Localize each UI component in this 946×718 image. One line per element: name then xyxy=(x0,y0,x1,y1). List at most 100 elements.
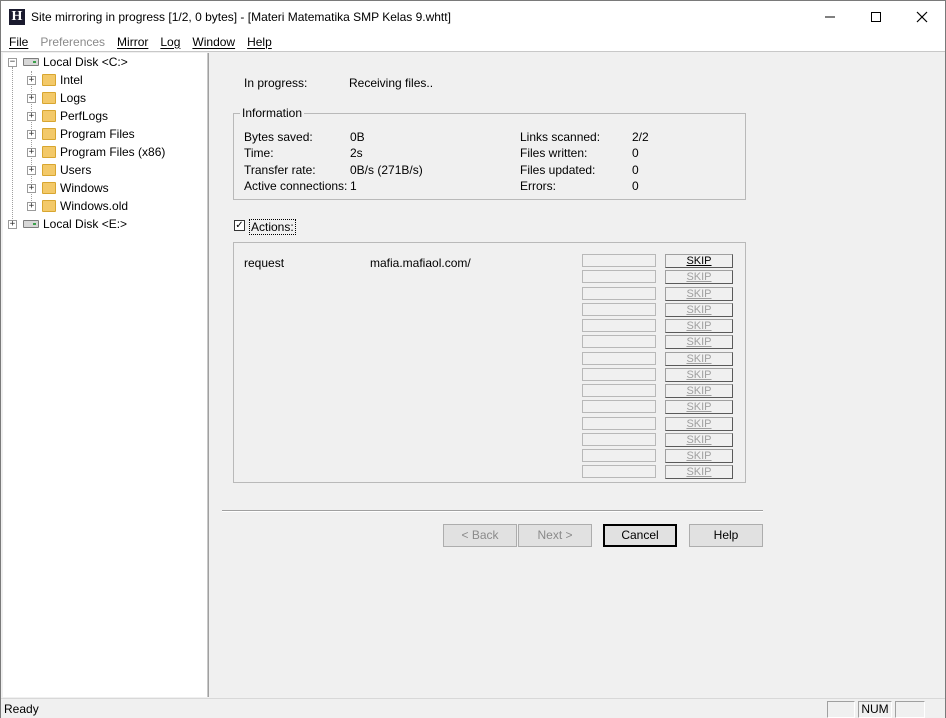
transfer-rate-value: 0B/s (271B/s) xyxy=(350,163,423,177)
app-icon: H xyxy=(9,8,25,25)
files-written-label: Files written: xyxy=(520,146,588,160)
minimize-button[interactable] xyxy=(807,1,853,32)
next-button[interactable]: Next > xyxy=(518,524,592,547)
skip-button[interactable]: SKIP xyxy=(665,254,733,268)
files-updated-value: 0 xyxy=(632,163,639,177)
skip-button[interactable]: SKIP xyxy=(665,270,733,284)
transfer-rate-label: Transfer rate: xyxy=(244,163,316,177)
tree-item-intel[interactable]: + Intel xyxy=(27,71,83,89)
request-label: request xyxy=(244,256,285,270)
mirror-progress-panel: In progress: Receiving files.. Informati… xyxy=(211,53,945,697)
folder-icon xyxy=(42,164,56,176)
menu-help[interactable]: Help xyxy=(241,32,278,52)
transfer-progress-bar xyxy=(582,287,656,300)
title-bar: H Site mirroring in progress [1/2, 0 byt… xyxy=(1,1,945,32)
skip-button[interactable]: SKIP xyxy=(665,303,733,317)
tree-item-label: PerfLogs xyxy=(60,109,109,123)
errors-label: Errors: xyxy=(520,179,556,193)
back-button[interactable]: < Back xyxy=(443,524,517,547)
skip-button[interactable]: SKIP xyxy=(665,433,733,447)
progress-value: Receiving files.. xyxy=(349,76,434,90)
skip-button[interactable]: SKIP xyxy=(665,400,733,414)
divider xyxy=(222,510,763,512)
transfer-progress-bar xyxy=(582,368,656,381)
tree-item-perflogs[interactable]: + PerfLogs xyxy=(27,107,108,125)
progress-label: In progress: xyxy=(244,76,308,90)
menu-bar: File Preferences Mirror Log Window Help xyxy=(1,32,945,52)
tree-item-label: Windows.old xyxy=(60,199,129,213)
tree-item-program-files-x86[interactable]: + Program Files (x86) xyxy=(27,143,165,161)
tree-item-drive-c[interactable]: − Local Disk <C:> xyxy=(8,53,128,71)
tree-item-program-files[interactable]: + Program Files xyxy=(27,125,135,143)
tree-item-drive-e[interactable]: + Local Disk <E:> xyxy=(8,215,127,233)
expand-icon[interactable]: + xyxy=(27,183,36,193)
skip-button[interactable]: SKIP xyxy=(665,319,733,333)
active-connections-value: 1 xyxy=(350,179,357,193)
folder-tree: − Local Disk <C:> + Intel + Logs + PerfL… xyxy=(3,53,208,697)
bytes-saved-value: 0B xyxy=(350,130,365,144)
status-cell-caps xyxy=(827,701,855,718)
menu-preferences[interactable]: Preferences xyxy=(34,32,111,52)
skip-button[interactable]: SKIP xyxy=(665,384,733,398)
app-window: H Site mirroring in progress [1/2, 0 byt… xyxy=(0,0,946,718)
expand-icon[interactable]: + xyxy=(8,219,17,229)
expand-icon[interactable]: + xyxy=(27,75,36,85)
transfer-progress-bar xyxy=(582,335,656,348)
files-written-value: 0 xyxy=(632,146,639,160)
folder-icon xyxy=(42,146,56,158)
menu-file[interactable]: File xyxy=(3,32,34,52)
folder-icon xyxy=(42,74,56,86)
links-scanned-label: Links scanned: xyxy=(520,130,601,144)
actions-checkbox[interactable]: ✓ xyxy=(234,220,245,231)
disk-icon xyxy=(23,58,39,66)
expand-icon[interactable]: + xyxy=(27,165,36,175)
menu-window[interactable]: Window xyxy=(186,32,241,52)
collapse-icon[interactable]: − xyxy=(8,57,17,67)
status-cell-num: NUM xyxy=(858,701,892,718)
skip-button[interactable]: SKIP xyxy=(665,368,733,382)
close-button[interactable] xyxy=(899,1,945,32)
expand-icon[interactable]: + xyxy=(27,201,36,211)
expand-icon[interactable]: + xyxy=(27,147,36,157)
files-updated-label: Files updated: xyxy=(520,163,596,177)
skip-button[interactable]: SKIP xyxy=(665,465,733,479)
transfer-progress-bar xyxy=(582,384,656,397)
folder-icon xyxy=(42,110,56,122)
transfer-progress-bar xyxy=(582,433,656,446)
actions-checkbox-label[interactable]: Actions: xyxy=(249,219,296,235)
status-bar: Ready NUM xyxy=(1,698,945,718)
disk-icon xyxy=(23,220,39,228)
maximize-button[interactable] xyxy=(853,1,899,32)
skip-button[interactable]: SKIP xyxy=(665,287,733,301)
transfer-progress-bar xyxy=(582,303,656,316)
help-button[interactable]: Help xyxy=(689,524,763,547)
tree-item-label: Local Disk <C:> xyxy=(43,55,128,69)
expand-icon[interactable]: + xyxy=(27,93,36,103)
transfer-progress-bar xyxy=(582,270,656,283)
tree-item-users[interactable]: + Users xyxy=(27,161,91,179)
expand-icon[interactable]: + xyxy=(27,111,36,121)
time-label: Time: xyxy=(244,146,274,160)
skip-button[interactable]: SKIP xyxy=(665,417,733,431)
tree-item-label: Windows xyxy=(60,181,109,195)
transfer-progress-bar xyxy=(582,319,656,332)
skip-button[interactable]: SKIP xyxy=(665,335,733,349)
tree-item-windows[interactable]: + Windows xyxy=(27,179,109,197)
skip-button[interactable]: SKIP xyxy=(665,352,733,366)
transfer-progress-bar xyxy=(582,449,656,462)
tree-item-logs[interactable]: + Logs xyxy=(27,89,86,107)
folder-icon xyxy=(42,92,56,104)
skip-button[interactable]: SKIP xyxy=(665,449,733,463)
tree-item-label: Intel xyxy=(60,73,83,87)
transfer-progress-bar xyxy=(582,417,656,430)
status-text: Ready xyxy=(4,702,39,716)
expand-icon[interactable]: + xyxy=(27,129,36,139)
cancel-button[interactable]: Cancel xyxy=(603,524,677,547)
maximize-icon xyxy=(871,11,881,22)
transfer-progress-bar xyxy=(582,400,656,413)
tree-item-windows-old[interactable]: + Windows.old xyxy=(27,197,128,215)
menu-mirror[interactable]: Mirror xyxy=(111,32,154,52)
menu-log[interactable]: Log xyxy=(154,32,186,52)
tree-item-label: Local Disk <E:> xyxy=(43,217,128,231)
transfer-progress-bar xyxy=(582,352,656,365)
